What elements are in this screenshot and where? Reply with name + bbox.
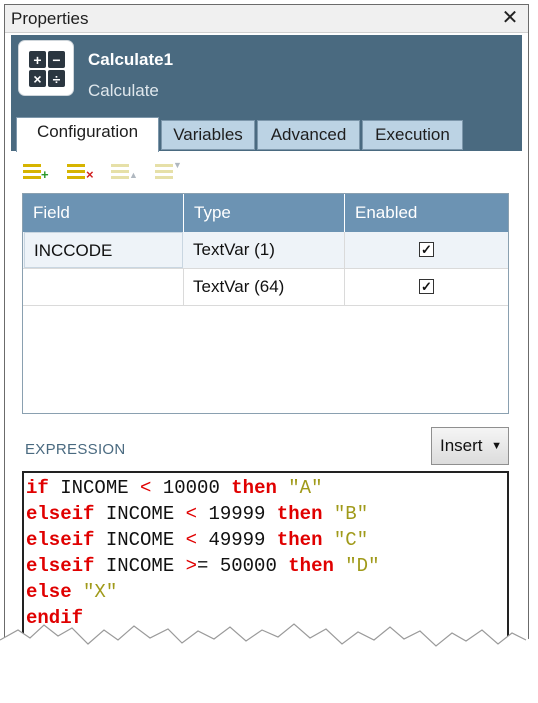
properties-panel: Properties ✕ + − × ÷ Calculate1 Calculat…	[4, 4, 529, 703]
multiply-symbol: ×	[29, 70, 46, 87]
expression-token: then	[276, 529, 323, 551]
expression-token: <	[185, 503, 198, 525]
chevron-down-icon: ▼	[491, 440, 502, 452]
sort-ascending-icon[interactable]: ▲	[109, 161, 139, 187]
expression-token: 10000	[151, 477, 232, 499]
calculator-icon: + − × ÷	[18, 40, 74, 96]
node-name: Calculate1	[88, 50, 174, 69]
tab-configuration[interactable]: Configuration	[16, 117, 159, 152]
expression-label: EXPRESSION	[25, 441, 126, 458]
expression-token: "A"	[288, 477, 323, 499]
expression-line: elseif INCOME < 49999 then "C"	[26, 527, 507, 553]
expression-token	[322, 529, 333, 551]
insert-button[interactable]: Insert ▼	[431, 427, 509, 465]
expression-line: if INCOME < 10000 then "A"	[26, 475, 507, 501]
table-header: Field Type Enabled	[23, 194, 508, 232]
expression-line: elseif INCOME >= 50000 then "D"	[26, 553, 507, 579]
window-title: Properties	[11, 9, 89, 28]
type-cell[interactable]: TextVar (64)	[184, 269, 345, 305]
field-cell[interactable]	[23, 269, 184, 305]
expression-line: elseif INCOME < 19999 then "B"	[26, 501, 507, 527]
expression-token: "C"	[333, 529, 369, 551]
expression-token	[334, 555, 345, 577]
expression-token: <	[140, 477, 152, 499]
expression-token: if	[26, 477, 49, 499]
expression-token: = 50000	[197, 555, 289, 577]
column-header-enabled[interactable]: Enabled	[345, 194, 508, 232]
enabled-checkbox[interactable]: ✓	[419, 242, 434, 257]
enabled-cell[interactable]: ✓	[345, 232, 508, 268]
delete-row-icon[interactable]: ×	[65, 161, 95, 187]
node-type: Calculate	[88, 81, 159, 100]
expression-token: elseif	[26, 503, 95, 525]
type-cell[interactable]: TextVar (1)	[184, 232, 345, 268]
expression-token	[277, 477, 288, 499]
expression-token: then	[276, 503, 323, 525]
expression-token	[322, 503, 333, 525]
divide-symbol: ÷	[48, 70, 65, 87]
torn-edge	[0, 623, 538, 703]
field-cell[interactable]: INCCODE	[24, 232, 183, 268]
minus-symbol: −	[48, 51, 65, 68]
expression-token: INCOME	[94, 503, 186, 525]
expression-token: INCOME	[94, 555, 186, 577]
sort-descending-icon[interactable]: ▼	[153, 160, 183, 187]
insert-button-label: Insert	[440, 436, 483, 455]
table-row[interactable]: TextVar (64) ✓	[23, 269, 508, 306]
column-header-type[interactable]: Type	[184, 194, 345, 232]
column-header-field[interactable]: Field	[23, 194, 184, 232]
fields-table: Field Type Enabled INCCODE TextVar (1) ✓…	[22, 193, 509, 414]
tab-variables[interactable]: Variables	[161, 120, 255, 150]
expression-token: >	[185, 555, 198, 577]
table-row[interactable]: INCCODE TextVar (1) ✓	[23, 232, 508, 269]
add-row-icon[interactable]: +	[21, 161, 51, 187]
expression-token: then	[231, 477, 277, 499]
node-header: + − × ÷ Calculate1 Calculate	[11, 35, 522, 119]
expression-token: 49999	[197, 529, 277, 551]
enabled-cell[interactable]: ✓	[345, 269, 508, 305]
plus-symbol: +	[29, 51, 46, 68]
expression-token: elseif	[26, 529, 95, 551]
expression-token: INCOME	[48, 477, 141, 499]
tab-advanced[interactable]: Advanced	[257, 120, 360, 150]
close-icon[interactable]: ✕	[500, 6, 520, 30]
expression-token: 19999	[197, 503, 277, 525]
expression-token: "B"	[333, 503, 369, 525]
expression-token: "D"	[345, 555, 380, 577]
enabled-checkbox[interactable]: ✓	[419, 279, 434, 294]
expression-token: then	[288, 555, 334, 577]
expression-token: INCOME	[94, 529, 186, 551]
title-bar: Properties ✕	[5, 5, 528, 33]
expression-token: <	[185, 529, 198, 551]
expression-token: elseif	[26, 555, 95, 577]
tab-execution[interactable]: Execution	[362, 120, 463, 150]
